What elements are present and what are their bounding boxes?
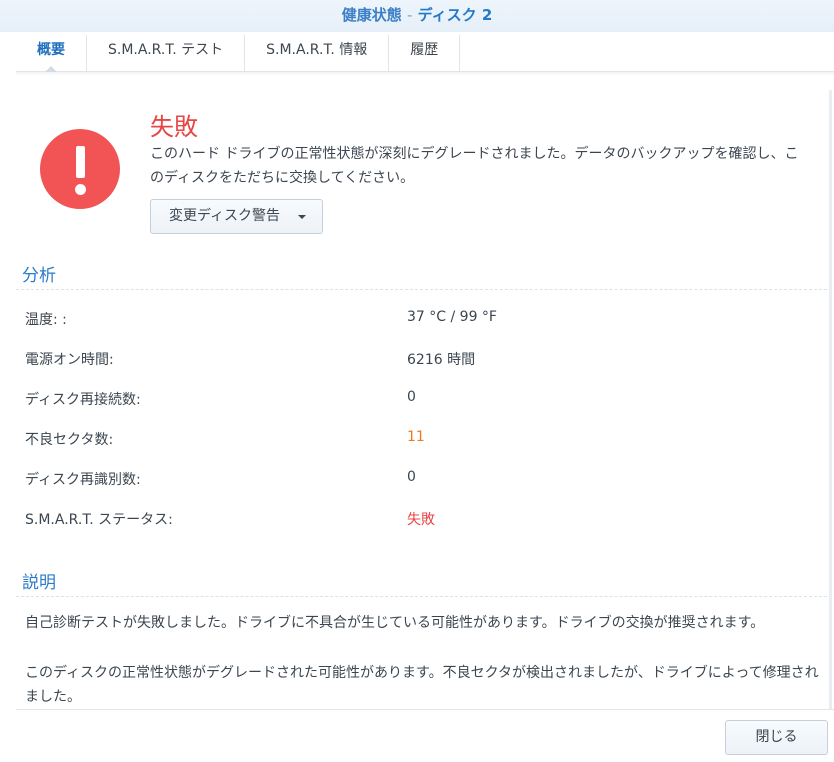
error-exclamation-icon bbox=[40, 129, 120, 209]
change-disk-warning-button[interactable]: 変更ディスク警告 bbox=[150, 199, 323, 234]
change-disk-warning-label: 変更ディスク警告 bbox=[169, 208, 281, 224]
smart-status-label: S.M.A.R.T. ステータス: bbox=[25, 512, 173, 528]
tab-bar-shadow bbox=[16, 72, 834, 76]
analysis-section-title: 分析 bbox=[22, 266, 56, 286]
explanation-divider bbox=[16, 596, 832, 597]
power-on-hours-label: 電源オン時間: bbox=[25, 352, 114, 368]
smart-status-value: 失敗 bbox=[407, 512, 435, 528]
window-title-prefix: 健康状態 bbox=[341, 6, 402, 24]
reidentify-count-label: ディスク再識別数: bbox=[25, 472, 141, 488]
temperature-value: 37 °C / 99 °F bbox=[407, 309, 497, 325]
caret-down-icon bbox=[298, 215, 306, 219]
dialog-footer bbox=[16, 709, 834, 762]
explanation-section-title: 説明 bbox=[22, 573, 56, 593]
bad-sector-count-value: 11 bbox=[407, 429, 425, 445]
bad-sector-count-label: 不良セクタ数: bbox=[25, 432, 114, 448]
tab-bar: 概要 S.M.A.R.T. テスト S.M.A.R.T. 情報 履歴 bbox=[16, 35, 834, 72]
window-titlebar: 健康状態 - ディスク 2 bbox=[0, 0, 834, 32]
content-scrollbar[interactable] bbox=[829, 90, 832, 710]
temperature-label: 温度: : bbox=[25, 312, 67, 328]
close-button[interactable]: 閉じる bbox=[725, 720, 828, 755]
tab-overview[interactable]: 概要 bbox=[16, 35, 87, 72]
explanation-paragraph-2: このディスクの正常性状態がデグレードされた可能性があります。不良セクタが検出され… bbox=[25, 665, 819, 705]
window-title-disk: ディスク 2 bbox=[417, 6, 493, 24]
tab-smart-info[interactable]: S.M.A.R.T. 情報 bbox=[245, 35, 390, 71]
status-title: 失敗 bbox=[150, 113, 198, 141]
window-title-separator: - bbox=[406, 6, 413, 24]
reconnect-count-value: 0 bbox=[407, 389, 416, 405]
analysis-divider bbox=[16, 289, 832, 290]
power-on-hours-value: 6216 時間 bbox=[407, 352, 476, 368]
reidentify-count-value: 0 bbox=[407, 469, 416, 485]
tab-smart-test[interactable]: S.M.A.R.T. テスト bbox=[87, 35, 246, 71]
reconnect-count-label: ディスク再接続数: bbox=[25, 392, 141, 408]
status-description: このハード ドライブの正常性状態が深刻にデグレードされました。データのバックアッ… bbox=[150, 146, 799, 186]
tab-history[interactable]: 履歴 bbox=[389, 35, 461, 71]
explanation-paragraph-1: 自己診断テストが失敗しました。ドライブに不具合が生じている可能性があります。ドラ… bbox=[25, 615, 765, 631]
